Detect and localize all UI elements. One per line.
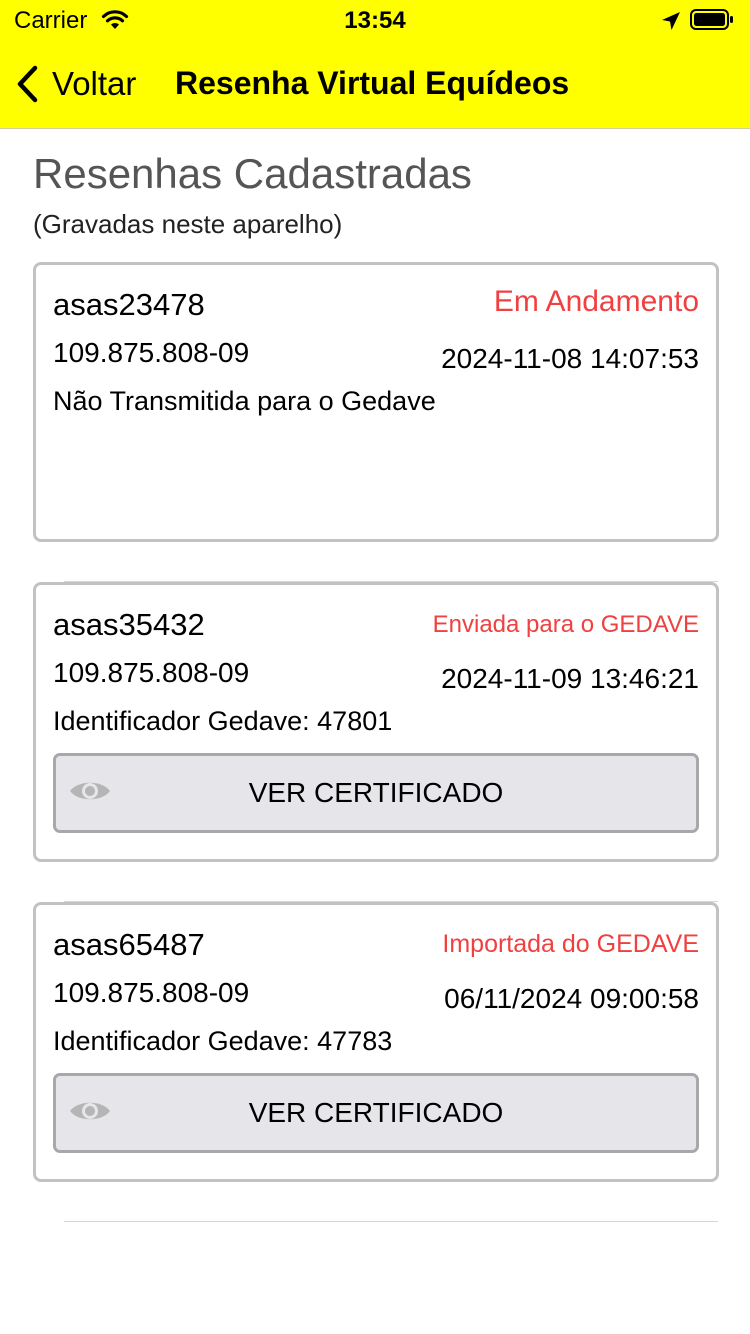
status-badge: Em Andamento: [493, 285, 699, 318]
record-code: asas65487: [53, 927, 205, 962]
record-info: Identificador Gedave: 47801: [53, 706, 393, 736]
location-arrow-icon: [660, 10, 682, 37]
record-card[interactable]: asas35432 Enviada para o GEDAVE 109.875.…: [33, 582, 719, 862]
eye-icon: [68, 1098, 112, 1129]
navigation-bar: Voltar Resenha Virtual Equídeos: [0, 40, 750, 128]
record-date: 2024-11-08 14:07:53: [441, 343, 699, 374]
back-button[interactable]: Voltar: [16, 64, 136, 104]
record-card[interactable]: asas65487 Importada do GEDAVE 109.875.80…: [33, 902, 719, 1182]
divider: [64, 1221, 718, 1222]
back-label: Voltar: [52, 65, 137, 102]
page-title: Resenha Virtual Equídeos: [175, 65, 570, 101]
record-code: asas23478: [53, 287, 205, 322]
record-date: 2024-11-09 13:46:21: [441, 663, 699, 694]
header: Carrier 13:54 Voltar Resenha Virtual Equ…: [0, 0, 750, 129]
view-certificate-button[interactable]: VER CERTIFICADO: [53, 753, 699, 833]
record-cpf: 109.875.808-09: [53, 657, 250, 688]
record-info: Identificador Gedave: 47783: [53, 1026, 393, 1056]
section-subtitle: (Gravadas neste aparelho): [33, 209, 343, 239]
battery-icon: [690, 9, 734, 30]
view-certificate-label: VER CERTIFICADO: [248, 1097, 504, 1128]
status-bar: Carrier 13:54: [0, 0, 750, 40]
section-title: Resenhas Cadastradas: [33, 150, 472, 197]
record-cpf: 109.875.808-09: [53, 337, 250, 368]
status-badge: Enviada para o GEDAVE: [432, 611, 699, 638]
view-certificate-button[interactable]: VER CERTIFICADO: [53, 1073, 699, 1153]
chevron-left-icon: [17, 65, 38, 103]
view-certificate-label: VER CERTIFICADO: [248, 777, 504, 808]
eye-icon: [68, 778, 112, 809]
status-badge: Importada do GEDAVE: [442, 930, 699, 958]
record-card[interactable]: asas23478 Em Andamento 109.875.808-09 20…: [33, 262, 719, 542]
record-cpf: 109.875.808-09: [53, 977, 250, 1008]
record-info: Não Transmitida para o Gedave: [53, 386, 436, 416]
record-code: asas35432: [53, 607, 205, 642]
record-date: 06/11/2024 09:00:58: [444, 983, 699, 1014]
clock: 13:54: [344, 7, 406, 34]
